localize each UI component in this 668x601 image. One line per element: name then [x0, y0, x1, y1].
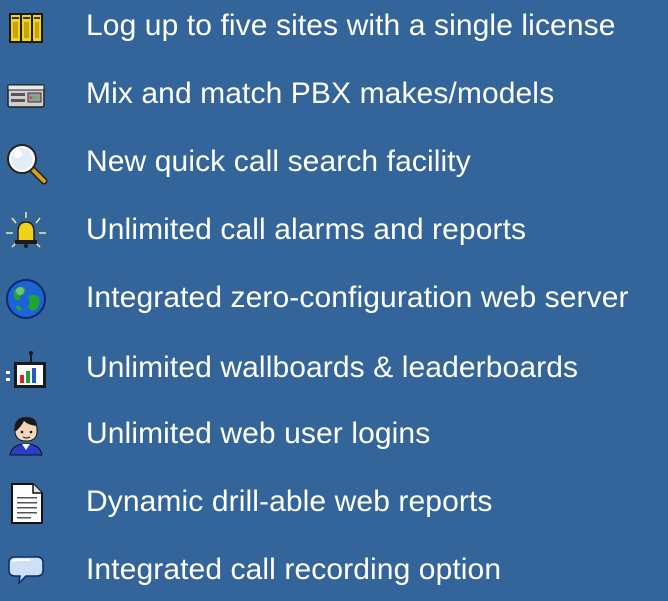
server-racks-icon	[4, 5, 48, 49]
feature-label: New quick call search facility	[86, 145, 471, 178]
feature-item-web-server: Integrated zero-configuration web server	[0, 267, 668, 329]
feature-label: Unlimited web user logins	[86, 417, 431, 450]
feature-item-call-recording: Integrated call recording option	[0, 539, 668, 601]
feature-label: Integrated zero-configuration web server	[86, 281, 629, 314]
feature-list: Log up to five sites with a single licen…	[0, 0, 668, 586]
document-icon	[4, 481, 48, 525]
speech-bubble-icon	[4, 549, 48, 593]
feature-item-web-logins: Unlimited web user logins	[0, 403, 668, 465]
alarm-bell-icon	[4, 209, 48, 253]
user-avatar-icon	[4, 413, 48, 457]
feature-item-web-reports: Dynamic drill-able web reports	[0, 471, 668, 533]
feature-item-multi-site: Log up to five sites with a single licen…	[0, 0, 668, 57]
feature-item-call-alarms: Unlimited call alarms and reports	[0, 199, 668, 261]
feature-item-call-search: New quick call search facility	[0, 131, 668, 193]
feature-item-wallboards: Unlimited wallboards & leaderboards	[0, 337, 668, 399]
pbx-device-icon	[4, 73, 48, 117]
feature-label: Log up to five sites with a single licen…	[86, 9, 616, 42]
feature-label: Unlimited wallboards & leaderboards	[86, 351, 579, 384]
wallboard-tv-icon	[4, 347, 48, 391]
magnifying-glass-icon	[4, 141, 48, 185]
feature-label: Mix and match PBX makes/models	[86, 77, 555, 110]
globe-icon	[4, 277, 48, 321]
feature-item-pbx: Mix and match PBX makes/models	[0, 63, 668, 125]
feature-label: Integrated call recording option	[86, 553, 502, 586]
feature-label: Unlimited call alarms and reports	[86, 213, 527, 246]
feature-label: Dynamic drill-able web reports	[86, 485, 493, 518]
